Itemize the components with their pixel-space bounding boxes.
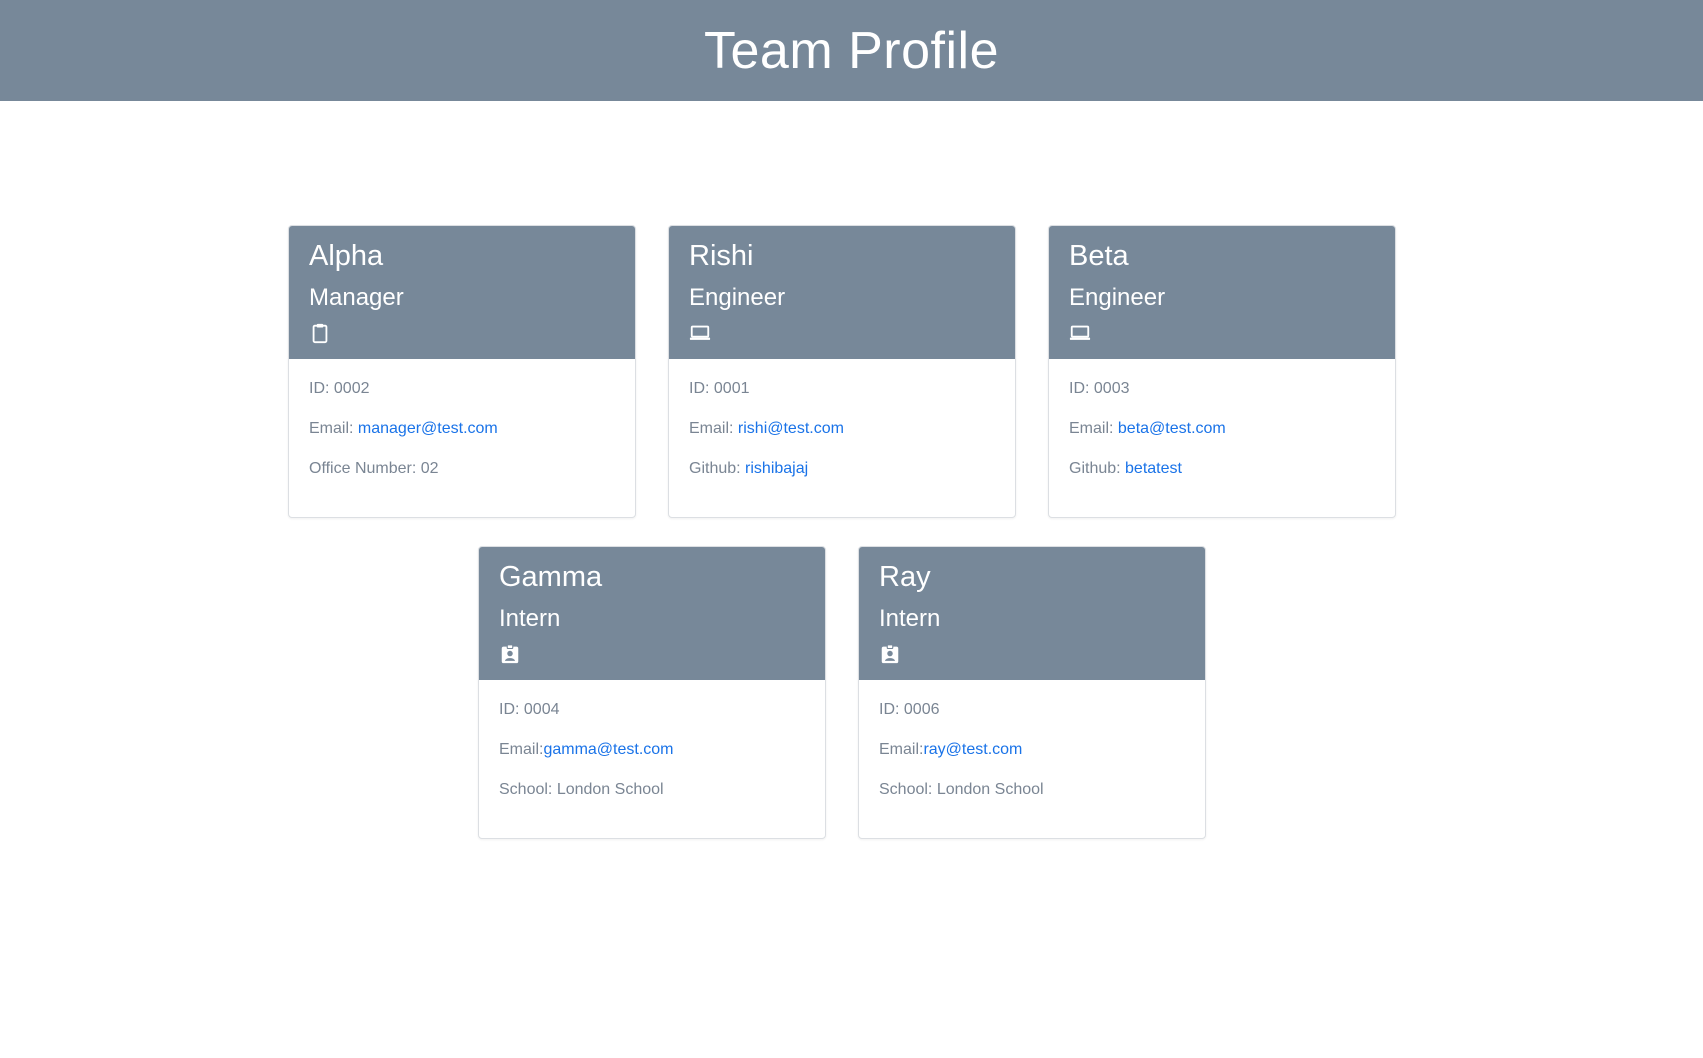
email-label: Email:	[309, 420, 358, 437]
card-header: Alpha Manager	[289, 226, 635, 359]
clipboard-icon	[312, 323, 328, 344]
employee-role: Manager	[309, 284, 404, 311]
employee-email-row: Email:gamma@test.com	[499, 740, 805, 780]
email-label: Email:	[1069, 420, 1118, 437]
school: School: London School	[879, 781, 1044, 798]
employee-role: Engineer	[689, 284, 786, 311]
github-label: Github:	[1069, 460, 1126, 477]
card-header: Beta Engineer	[1049, 226, 1395, 359]
employee-email-row: Email:ray@test.com	[879, 740, 1185, 780]
employee-role: Engineer	[1069, 284, 1166, 311]
laptop-icon	[1069, 325, 1091, 340]
page-header: Team Profile	[0, 0, 1703, 101]
employee-card-alpha: Alpha Manager ID: 0002 Email: manager@te…	[288, 225, 636, 518]
email-link[interactable]: manager@test.com	[358, 420, 498, 437]
employee-email-row: Email: manager@test.com	[309, 419, 615, 459]
employee-card-beta: Beta Engineer ID: 0003 Email: beta@test.…	[1048, 225, 1396, 518]
id-badge-icon	[501, 644, 519, 664]
card-body: ID: 0004 Email:gamma@test.com School: Lo…	[479, 680, 825, 820]
card-body: ID: 0002 Email: manager@test.com Office …	[289, 359, 635, 499]
employee-email-row: Email: rishi@test.com	[689, 419, 995, 459]
page-title: Team Profile	[704, 21, 999, 80]
card-body: ID: 0001 Email: rishi@test.com Github: r…	[669, 359, 1015, 499]
card-header: Rishi Engineer	[669, 226, 1015, 359]
employee-name: Ray	[879, 561, 931, 593]
employee-id: ID: 0001	[689, 380, 750, 397]
office-number: Office Number: 02	[309, 460, 439, 477]
employee-id: ID: 0003	[1069, 380, 1130, 397]
laptop-icon	[689, 325, 711, 340]
employee-role: Intern	[499, 605, 561, 632]
school: School: London School	[499, 781, 664, 798]
employee-name: Rishi	[689, 240, 754, 272]
email-label: Email:	[499, 741, 544, 758]
employee-id: ID: 0002	[309, 380, 370, 397]
github-link[interactable]: rishibajaj	[745, 460, 808, 477]
email-label: Email:	[689, 420, 738, 437]
github-row: Github: betatest	[1069, 459, 1375, 499]
employee-role: Intern	[879, 605, 941, 632]
employee-name: Alpha	[309, 240, 384, 272]
card-body: ID: 0006 Email:ray@test.com School: Lond…	[859, 680, 1205, 820]
card-body: ID: 0003 Email: beta@test.com Github: be…	[1049, 359, 1395, 499]
employee-name: Beta	[1069, 240, 1129, 272]
employee-card-gamma: Gamma Intern ID: 0004 Email:gamma@test.c…	[478, 546, 826, 839]
employee-id: ID: 0004	[499, 701, 560, 718]
email-link[interactable]: rishi@test.com	[738, 420, 844, 437]
employee-card-rishi: Rishi Engineer ID: 0001 Email: rishi@tes…	[668, 225, 1016, 518]
email-label: Email:	[879, 741, 924, 758]
email-link[interactable]: gamma@test.com	[543, 741, 673, 758]
card-header: Ray Intern	[859, 547, 1205, 680]
employee-email-row: Email: beta@test.com	[1069, 419, 1375, 459]
card-header: Gamma Intern	[479, 547, 825, 680]
employee-card-ray: Ray Intern ID: 0006 Email:ray@test.com S…	[858, 546, 1206, 839]
email-link[interactable]: beta@test.com	[1118, 420, 1226, 437]
id-badge-icon	[881, 644, 899, 664]
github-row: Github: rishibajaj	[689, 459, 995, 499]
employee-name: Gamma	[499, 561, 603, 593]
github-link[interactable]: betatest	[1125, 460, 1182, 477]
github-label: Github:	[689, 460, 746, 477]
email-link[interactable]: ray@test.com	[923, 741, 1022, 758]
employee-id: ID: 0006	[879, 701, 940, 718]
